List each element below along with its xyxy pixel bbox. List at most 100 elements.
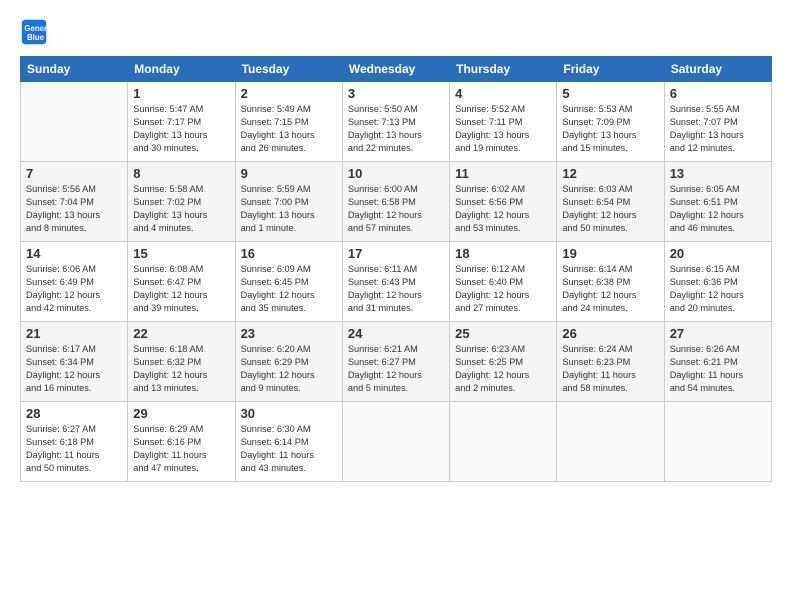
day-number: 25 xyxy=(455,326,551,341)
calendar-cell: 3Sunrise: 5:50 AMSunset: 7:13 PMDaylight… xyxy=(342,82,449,162)
day-number: 26 xyxy=(562,326,658,341)
calendar-cell xyxy=(664,402,771,482)
day-number: 10 xyxy=(348,166,444,181)
day-number: 6 xyxy=(670,86,766,101)
day-number: 16 xyxy=(241,246,337,261)
calendar-cell: 5Sunrise: 5:53 AMSunset: 7:09 PMDaylight… xyxy=(557,82,664,162)
day-info: Sunrise: 6:11 AMSunset: 6:43 PMDaylight:… xyxy=(348,263,444,315)
day-number: 7 xyxy=(26,166,122,181)
day-number: 5 xyxy=(562,86,658,101)
day-info: Sunrise: 5:49 AMSunset: 7:15 PMDaylight:… xyxy=(241,103,337,155)
calendar-cell: 29 Sunrise: 6:29 AMSunset: 6:16 PMDayligh… xyxy=(128,402,235,482)
day-number: 14 xyxy=(26,246,122,261)
svg-text:Blue: Blue xyxy=(27,33,45,42)
calendar-cell: 20 Sunrise: 6:15 AMSunset: 6:36 PMDayligh… xyxy=(664,242,771,322)
day-number: 22 xyxy=(133,326,229,341)
day-info: Sunrise: 6:00 AMSunset: 6:58 PMDaylight:… xyxy=(348,183,444,235)
day-info: Sunrise: 6:23 AMSunset: 6:25 PMDaylight:… xyxy=(455,343,551,395)
day-number: 13 xyxy=(670,166,766,181)
day-number: 24 xyxy=(348,326,444,341)
calendar-cell: 10 Sunrise: 6:00 AMSunset: 6:58 PMDayligh… xyxy=(342,162,449,242)
day-number: 8 xyxy=(133,166,229,181)
calendar-cell: 11Sunrise: 6:02 AMSunset: 6:56 PMDayligh… xyxy=(450,162,557,242)
calendar-cell: 15 Sunrise: 6:08 AMSunset: 6:47 PMDayligh… xyxy=(128,242,235,322)
day-info: Sunrise: 6:08 AMSunset: 6:47 PMDaylight:… xyxy=(133,263,229,315)
day-number: 19 xyxy=(562,246,658,261)
page: General Blue SundayMondayTuesdayWednesda… xyxy=(0,0,792,612)
day-info: Sunrise: 6:24 AMSunset: 6:23 PMDaylight:… xyxy=(562,343,658,395)
calendar-day-header: Saturday xyxy=(664,57,771,82)
calendar-day-header: Tuesday xyxy=(235,57,342,82)
day-number: 2 xyxy=(241,86,337,101)
day-info: Sunrise: 5:47 AMSunset: 7:17 PMDaylight:… xyxy=(133,103,229,155)
calendar-cell: 18Sunrise: 6:12 AMSunset: 6:40 PMDayligh… xyxy=(450,242,557,322)
calendar-cell: 24 Sunrise: 6:21 AMSunset: 6:27 PMDayligh… xyxy=(342,322,449,402)
calendar-cell: 1 Sunrise: 5:47 AMSunset: 7:17 PMDaylight… xyxy=(128,82,235,162)
calendar-cell: 22 Sunrise: 6:18 AMSunset: 6:32 PMDayligh… xyxy=(128,322,235,402)
calendar-cell: 6 Sunrise: 5:55 AMSunset: 7:07 PMDaylight… xyxy=(664,82,771,162)
day-number: 11 xyxy=(455,166,551,181)
day-info: Sunrise: 5:59 AMSunset: 7:00 PMDaylight:… xyxy=(241,183,337,235)
calendar-cell: 30Sunrise: 6:30 AMSunset: 6:14 PMDayligh… xyxy=(235,402,342,482)
day-number: 21 xyxy=(26,326,122,341)
day-number: 9 xyxy=(241,166,337,181)
day-info: Sunrise: 6:05 AMSunset: 6:51 PMDaylight:… xyxy=(670,183,766,235)
day-number: 29 xyxy=(133,406,229,421)
calendar-day-header: Sunday xyxy=(21,57,128,82)
header: General Blue xyxy=(20,18,772,46)
day-info: Sunrise: 6:12 AMSunset: 6:40 PMDaylight:… xyxy=(455,263,551,315)
day-info: Sunrise: 6:26 AMSunset: 6:21 PMDaylight:… xyxy=(670,343,766,395)
day-info: Sunrise: 5:50 AMSunset: 7:13 PMDaylight:… xyxy=(348,103,444,155)
calendar-day-header: Monday xyxy=(128,57,235,82)
calendar-cell: 4 Sunrise: 5:52 AMSunset: 7:11 PMDaylight… xyxy=(450,82,557,162)
calendar-day-header: Friday xyxy=(557,57,664,82)
calendar-cell: 9 Sunrise: 5:59 AMSunset: 7:00 PMDaylight… xyxy=(235,162,342,242)
calendar-cell: 8Sunrise: 5:58 AMSunset: 7:02 PMDaylight… xyxy=(128,162,235,242)
calendar-cell: 27 Sunrise: 6:26 AMSunset: 6:21 PMDayligh… xyxy=(664,322,771,402)
calendar-day-header: Thursday xyxy=(450,57,557,82)
day-number: 1 xyxy=(133,86,229,101)
day-info: Sunrise: 6:03 AMSunset: 6:54 PMDaylight:… xyxy=(562,183,658,235)
calendar-week-row: 28 Sunrise: 6:27 AMSunset: 6:18 PMDayligh… xyxy=(21,402,772,482)
calendar-cell: 16 Sunrise: 6:09 AMSunset: 6:45 PMDayligh… xyxy=(235,242,342,322)
day-info: Sunrise: 6:21 AMSunset: 6:27 PMDaylight:… xyxy=(348,343,444,395)
day-info: Sunrise: 6:14 AMSunset: 6:38 PMDaylight:… xyxy=(562,263,658,315)
day-number: 4 xyxy=(455,86,551,101)
calendar-cell xyxy=(557,402,664,482)
calendar-cell: 13 Sunrise: 6:05 AMSunset: 6:51 PMDayligh… xyxy=(664,162,771,242)
calendar-cell: 23Sunrise: 6:20 AMSunset: 6:29 PMDayligh… xyxy=(235,322,342,402)
calendar-cell: 19 Sunrise: 6:14 AMSunset: 6:38 PMDayligh… xyxy=(557,242,664,322)
calendar-week-row: 21 Sunrise: 6:17 AMSunset: 6:34 PMDayligh… xyxy=(21,322,772,402)
day-number: 28 xyxy=(26,406,122,421)
day-info: Sunrise: 6:30 AMSunset: 6:14 PMDaylight:… xyxy=(241,423,337,475)
calendar-cell: 21 Sunrise: 6:17 AMSunset: 6:34 PMDayligh… xyxy=(21,322,128,402)
calendar: SundayMondayTuesdayWednesdayThursdayFrid… xyxy=(20,56,772,482)
calendar-cell: 25 Sunrise: 6:23 AMSunset: 6:25 PMDayligh… xyxy=(450,322,557,402)
day-info: Sunrise: 5:55 AMSunset: 7:07 PMDaylight:… xyxy=(670,103,766,155)
day-number: 17 xyxy=(348,246,444,261)
calendar-cell xyxy=(21,82,128,162)
calendar-cell: 28 Sunrise: 6:27 AMSunset: 6:18 PMDayligh… xyxy=(21,402,128,482)
day-info: Sunrise: 6:06 AMSunset: 6:49 PMDaylight:… xyxy=(26,263,122,315)
day-info: Sunrise: 6:29 AMSunset: 6:16 PMDaylight:… xyxy=(133,423,229,475)
day-info: Sunrise: 6:09 AMSunset: 6:45 PMDaylight:… xyxy=(241,263,337,315)
day-info: Sunrise: 6:27 AMSunset: 6:18 PMDaylight:… xyxy=(26,423,122,475)
calendar-header-row: SundayMondayTuesdayWednesdayThursdayFrid… xyxy=(21,57,772,82)
day-number: 27 xyxy=(670,326,766,341)
day-info: Sunrise: 5:56 AMSunset: 7:04 PMDaylight:… xyxy=(26,183,122,235)
calendar-week-row: 7 Sunrise: 5:56 AMSunset: 7:04 PMDaylight… xyxy=(21,162,772,242)
calendar-cell: 12 Sunrise: 6:03 AMSunset: 6:54 PMDayligh… xyxy=(557,162,664,242)
day-number: 12 xyxy=(562,166,658,181)
calendar-cell: 2 Sunrise: 5:49 AMSunset: 7:15 PMDaylight… xyxy=(235,82,342,162)
calendar-week-row: 1 Sunrise: 5:47 AMSunset: 7:17 PMDaylight… xyxy=(21,82,772,162)
day-info: Sunrise: 6:18 AMSunset: 6:32 PMDaylight:… xyxy=(133,343,229,395)
calendar-day-header: Wednesday xyxy=(342,57,449,82)
logo: General Blue xyxy=(20,18,52,46)
day-number: 15 xyxy=(133,246,229,261)
day-info: Sunrise: 5:52 AMSunset: 7:11 PMDaylight:… xyxy=(455,103,551,155)
day-number: 20 xyxy=(670,246,766,261)
day-info: Sunrise: 6:15 AMSunset: 6:36 PMDaylight:… xyxy=(670,263,766,315)
calendar-week-row: 14 Sunrise: 6:06 AMSunset: 6:49 PMDayligh… xyxy=(21,242,772,322)
day-info: Sunrise: 6:17 AMSunset: 6:34 PMDaylight:… xyxy=(26,343,122,395)
day-info: Sunrise: 6:20 AMSunset: 6:29 PMDaylight:… xyxy=(241,343,337,395)
